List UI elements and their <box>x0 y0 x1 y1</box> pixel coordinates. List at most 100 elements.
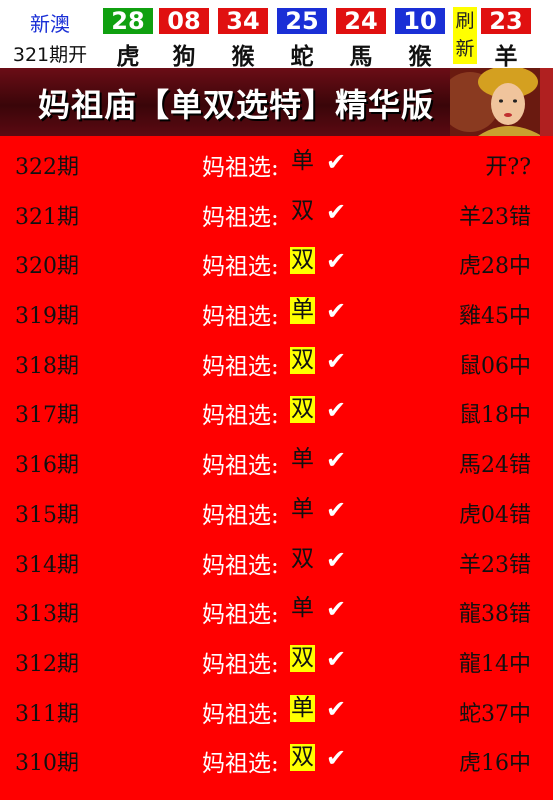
pick-label: 妈祖选: <box>202 602 279 629</box>
issue-number: 321期 <box>15 204 79 230</box>
checkmark-icon: ✔ <box>326 644 347 673</box>
lottery-name: 新澳 <box>30 12 70 36</box>
result-value: 羊23错 <box>459 552 531 578</box>
ball-zodiac: 羊 <box>494 44 518 70</box>
draw-ball: 10 猴 <box>393 0 447 70</box>
result-value: 雞45中 <box>459 304 531 330</box>
ball-number: 28 <box>103 8 153 34</box>
issue-number: 312期 <box>15 651 79 677</box>
result-value: 虎16中 <box>459 751 531 777</box>
ball-number: 23 <box>481 8 531 34</box>
refresh-button[interactable]: 刷新 <box>453 7 477 64</box>
checkmark-icon: ✔ <box>326 744 347 773</box>
pick-label: 妈祖选: <box>202 453 279 480</box>
pick-value: 双 <box>290 744 315 772</box>
draw-ball: 28 虎 <box>101 0 155 70</box>
result-value: 龍14中 <box>459 651 531 677</box>
pick-label: 妈祖选: <box>202 155 279 181</box>
mazu-statue-image <box>450 68 553 136</box>
checkmark-icon: ✔ <box>326 197 347 226</box>
pick-label: 妈祖选: <box>202 254 279 281</box>
pick-label: 妈祖选: <box>202 502 279 529</box>
pick-value: 单 <box>291 495 314 522</box>
issue-number: 315期 <box>15 502 79 528</box>
issue-number: 316期 <box>15 453 79 479</box>
pick-label: 妈祖选: <box>202 552 279 579</box>
prediction-row: 313期 妈祖选: 单 ✔ 龍38错 <box>0 585 553 635</box>
pick-value: 双 <box>290 247 315 275</box>
ball-number: 10 <box>395 8 445 34</box>
pick-label: 妈祖选: <box>202 353 279 380</box>
prediction-row: 320期 妈祖选: 双 ✔ 虎28中 <box>0 237 553 287</box>
prediction-row: 316期 妈祖选: 单 ✔ 馬24错 <box>0 436 553 486</box>
issue-number: 317期 <box>15 403 79 429</box>
issue-number: 318期 <box>15 353 79 379</box>
pick-label: 妈祖选: <box>202 403 279 430</box>
checkmark-icon: ✔ <box>326 595 347 624</box>
prediction-row: 319期 妈祖选: 单 ✔ 雞45中 <box>0 287 553 337</box>
issue-number: 320期 <box>15 254 79 280</box>
issue-number: 314期 <box>15 552 79 578</box>
prediction-row: 317期 妈祖选: 双 ✔ 鼠18中 <box>0 386 553 436</box>
ball-zodiac: 猴 <box>408 44 432 70</box>
prediction-row: 312期 妈祖选: 双 ✔ 龍14中 <box>0 635 553 685</box>
result-value: 开?? <box>485 155 531 180</box>
ball-zodiac: 猴 <box>231 44 255 70</box>
prediction-row: 311期 妈祖选: 单 ✔ 蛇37中 <box>0 685 553 735</box>
pick-label: 妈祖选: <box>202 204 279 231</box>
issue-number: 319期 <box>15 304 79 330</box>
results-topbar: 新澳 321期开 28 虎 08 狗 34 猴 25 蛇 24 馬 10 猴 23 羊 刷新 <box>0 0 553 70</box>
issue-number: 313期 <box>15 602 79 628</box>
result-value: 虎28中 <box>459 254 531 280</box>
issue-number: 322期 <box>15 155 79 180</box>
ball-number: 25 <box>277 8 327 34</box>
checkmark-icon: ✔ <box>326 247 347 276</box>
pick-value: 双 <box>291 545 314 572</box>
prediction-list: 322期 妈祖选: 单 ✔ 开?? 321期 妈祖选: 双 ✔ 羊23错 320期 妈祖选: 双 ✔ 虎28… <box>0 138 553 784</box>
pick-label: 妈祖选: <box>202 651 279 678</box>
prediction-row: 315期 妈祖选: 单 ✔ 虎04错 <box>0 486 553 536</box>
checkmark-icon: ✔ <box>326 297 347 326</box>
prediction-row: 318期 妈祖选: 双 ✔ 鼠06中 <box>0 337 553 387</box>
prediction-row: 310期 妈祖选: 双 ✔ 虎16中 <box>0 734 553 784</box>
pick-value: 双 <box>290 346 315 374</box>
result-value: 蛇37中 <box>459 701 531 727</box>
result-value: 鼠18中 <box>459 403 531 429</box>
banner-title: 妈祖庙【单双选特】精华版 <box>38 86 435 124</box>
banner: 妈祖庙【单双选特】精华版 <box>0 68 553 136</box>
draw-ball: 08 狗 <box>157 0 211 70</box>
pick-value: 单 <box>290 694 315 722</box>
checkmark-icon: ✔ <box>326 346 347 375</box>
pick-value: 单 <box>290 297 315 325</box>
lottery-label: 新澳 321期开 <box>0 0 100 68</box>
draw-ball: 24 馬 <box>334 0 388 70</box>
prediction-row: 321期 妈祖选: 双 ✔ 羊23错 <box>0 188 553 238</box>
pick-value: 双 <box>290 396 315 424</box>
issue-open-label: 321期开 <box>12 44 88 66</box>
checkmark-icon: ✔ <box>326 495 347 524</box>
checkmark-icon: ✔ <box>326 148 347 176</box>
pick-value: 双 <box>291 197 314 224</box>
prediction-row: 314期 妈祖选: 双 ✔ 羊23错 <box>0 536 553 586</box>
result-value: 鼠06中 <box>459 353 531 379</box>
checkmark-icon: ✔ <box>326 545 347 574</box>
pick-value: 单 <box>291 446 314 473</box>
ball-number: 08 <box>159 8 209 34</box>
pick-value: 单 <box>291 148 314 174</box>
ball-zodiac: 馬 <box>349 44 373 70</box>
pick-value: 双 <box>290 644 315 672</box>
checkmark-icon: ✔ <box>326 396 347 425</box>
ball-zodiac: 蛇 <box>290 44 314 70</box>
draw-ball: 34 猴 <box>216 0 270 70</box>
draw-ball: 23 羊 <box>479 0 533 70</box>
ball-number: 24 <box>336 8 386 34</box>
checkmark-icon: ✔ <box>326 446 347 475</box>
issue-number: 310期 <box>15 751 79 777</box>
pick-label: 妈祖选: <box>202 701 279 728</box>
result-value: 虎04错 <box>459 502 531 528</box>
pick-value: 单 <box>291 595 314 622</box>
result-value: 龍38错 <box>459 602 531 628</box>
draw-ball: 25 蛇 <box>275 0 329 70</box>
ball-zodiac: 狗 <box>172 44 196 70</box>
checkmark-icon: ✔ <box>326 694 347 723</box>
